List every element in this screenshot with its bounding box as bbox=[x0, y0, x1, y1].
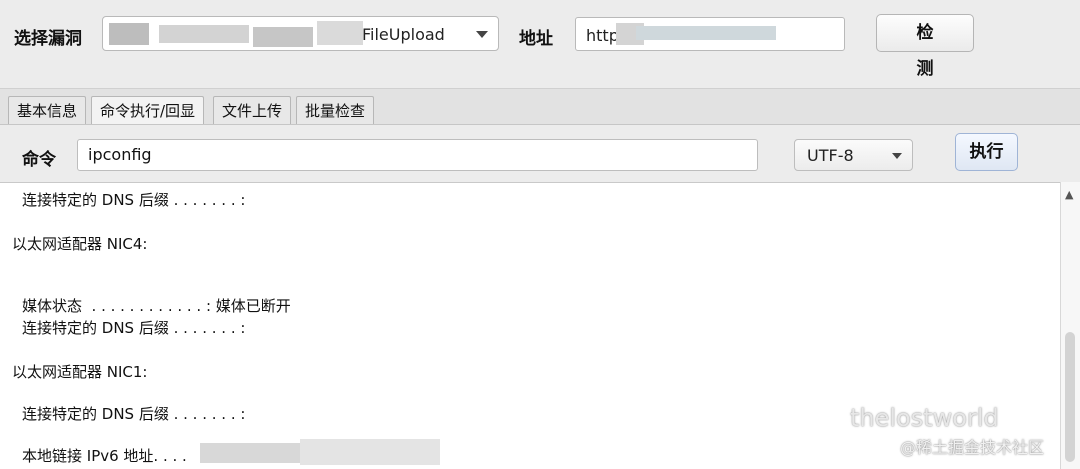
command-label: 命令 bbox=[22, 150, 56, 170]
address-value: http bbox=[586, 26, 619, 45]
vuln-select[interactable]: FileUpload bbox=[102, 16, 499, 51]
output-line: 以太网适配器 NIC4: bbox=[12, 235, 148, 253]
command-input[interactable]: ipconfig bbox=[77, 139, 758, 171]
chevron-down-icon bbox=[476, 31, 488, 38]
tab-command-exec[interactable]: 命令执行/回显 bbox=[91, 96, 205, 126]
vuln-label: 选择漏洞 bbox=[14, 29, 82, 49]
encoding-select[interactable]: UTF-8 bbox=[794, 139, 913, 171]
tab-basic-info[interactable]: 基本信息 bbox=[8, 96, 87, 126]
tab-file-upload[interactable]: 文件上传 bbox=[213, 96, 292, 126]
output-line: 连接特定的 DNS 后缀 . . . . . . . : bbox=[22, 405, 246, 423]
redacted-block bbox=[317, 21, 363, 45]
address-label: 地址 bbox=[519, 29, 553, 49]
tab-bar: 基本信息 命令执行/回显 文件上传 批量检查 bbox=[0, 88, 1080, 126]
redacted-block bbox=[636, 26, 776, 40]
execute-button[interactable]: 执行 bbox=[955, 133, 1018, 171]
scroll-thumb[interactable] bbox=[1065, 332, 1075, 462]
scroll-up-arrow-icon[interactable]: ▲ bbox=[1065, 188, 1073, 201]
redacted-block bbox=[200, 443, 300, 463]
chevron-down-icon bbox=[892, 153, 902, 159]
watermark-subtitle: @稀土掘金技术社区 bbox=[900, 438, 1045, 457]
command-row: 命令 ipconfig UTF-8 执行 bbox=[0, 124, 1080, 182]
output-line: 连接特定的 DNS 后缀 . . . . . . . : bbox=[22, 319, 246, 337]
tab-batch-check[interactable]: 批量检查 bbox=[296, 96, 375, 126]
vuln-select-value: FileUpload bbox=[362, 25, 445, 44]
output-line: 媒体状态 . . . . . . . . . . . . : 媒体已断开 bbox=[22, 297, 291, 315]
output-line: 连接特定的 DNS 后缀 . . . . . . . : bbox=[22, 191, 246, 209]
detect-button[interactable]: 检测 bbox=[876, 14, 974, 79]
output-line: 本地链接 IPv6 地址. . . . bbox=[22, 447, 187, 465]
redacted-block bbox=[300, 439, 440, 465]
output-line: 以太网适配器 NIC1: bbox=[12, 363, 148, 381]
watermark: thelostworld @稀土掘金技术社区 bbox=[850, 404, 1044, 458]
encoding-value: UTF-8 bbox=[807, 146, 854, 165]
watermark-title: thelostworld bbox=[850, 404, 999, 432]
redacted-block bbox=[253, 27, 313, 47]
redacted-block bbox=[159, 25, 249, 43]
redacted-block bbox=[109, 23, 149, 45]
vertical-scrollbar[interactable]: ▲ bbox=[1060, 182, 1080, 469]
toolbar: 选择漏洞 FileUpload 地址 http 检测 bbox=[0, 0, 1080, 88]
address-input[interactable]: http bbox=[575, 17, 845, 51]
